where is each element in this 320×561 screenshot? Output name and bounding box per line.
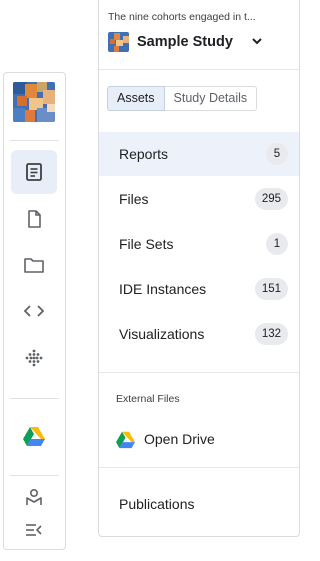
study-description: The nine cohorts engaged in t... (108, 11, 256, 23)
count-badge: 151 (254, 278, 288, 300)
rail-file-sets-button[interactable] (11, 243, 57, 287)
study-title[interactable]: Sample Study (137, 34, 233, 50)
study-header-thumbnail (108, 32, 129, 52)
section-label-external-files: External Files (116, 393, 180, 405)
chevron-down-icon[interactable] (250, 34, 264, 48)
count-badge: 132 (254, 323, 288, 345)
nav-item-label: IDE Instances (119, 281, 207, 297)
nav-item-visualizations[interactable]: Visualizations 132 (99, 312, 299, 356)
panel-tabs: Assets Study Details (107, 86, 258, 111)
study-thumbnail[interactable] (13, 82, 55, 122)
rail-visualizations-button[interactable] (11, 336, 57, 380)
dots-grid-icon (25, 349, 43, 367)
count-badge: 5 (266, 143, 288, 165)
rail-collapse-button[interactable] (11, 511, 57, 549)
rail-files-button[interactable] (11, 197, 57, 241)
nav-item-label: File Sets (119, 236, 174, 252)
rail-reports-button[interactable] (11, 150, 57, 194)
user-badge-icon (26, 488, 42, 505)
nav-item-publications[interactable]: Publications (119, 496, 195, 512)
code-icon (23, 305, 45, 317)
study-header: The nine cohorts engaged in t... Sample … (99, 0, 299, 70)
nav-item-files[interactable]: Files 295 (99, 177, 299, 221)
nav-item-reports[interactable]: Reports 5 (99, 132, 299, 176)
rail-ide-button[interactable] (11, 289, 57, 333)
nav-item-ide-instances[interactable]: IDE Instances 151 (99, 267, 299, 311)
nav-item-label: Files (119, 191, 149, 207)
folder-icon (24, 258, 44, 273)
left-rail (3, 72, 66, 550)
file-icon (28, 210, 41, 228)
rail-drive-button[interactable] (11, 414, 57, 458)
reports-icon (26, 163, 42, 181)
divider (99, 467, 299, 468)
open-drive-link[interactable]: Open Drive (115, 428, 215, 450)
nav-item-label: Visualizations (119, 326, 205, 342)
divider (99, 372, 299, 373)
count-badge: 1 (266, 233, 288, 255)
study-panel: The nine cohorts engaged in t... Sample … (98, 0, 300, 537)
count-badge: 295 (254, 188, 288, 210)
tab-study-details[interactable]: Study Details (164, 86, 258, 111)
google-drive-icon (23, 427, 45, 446)
google-drive-icon (116, 431, 135, 448)
tab-assets[interactable]: Assets (107, 86, 165, 111)
nav-item-label: Reports (119, 146, 169, 162)
nav-item-file-sets[interactable]: File Sets 1 (99, 222, 299, 266)
open-drive-label: Open Drive (144, 431, 215, 447)
collapse-menu-icon (26, 524, 42, 536)
